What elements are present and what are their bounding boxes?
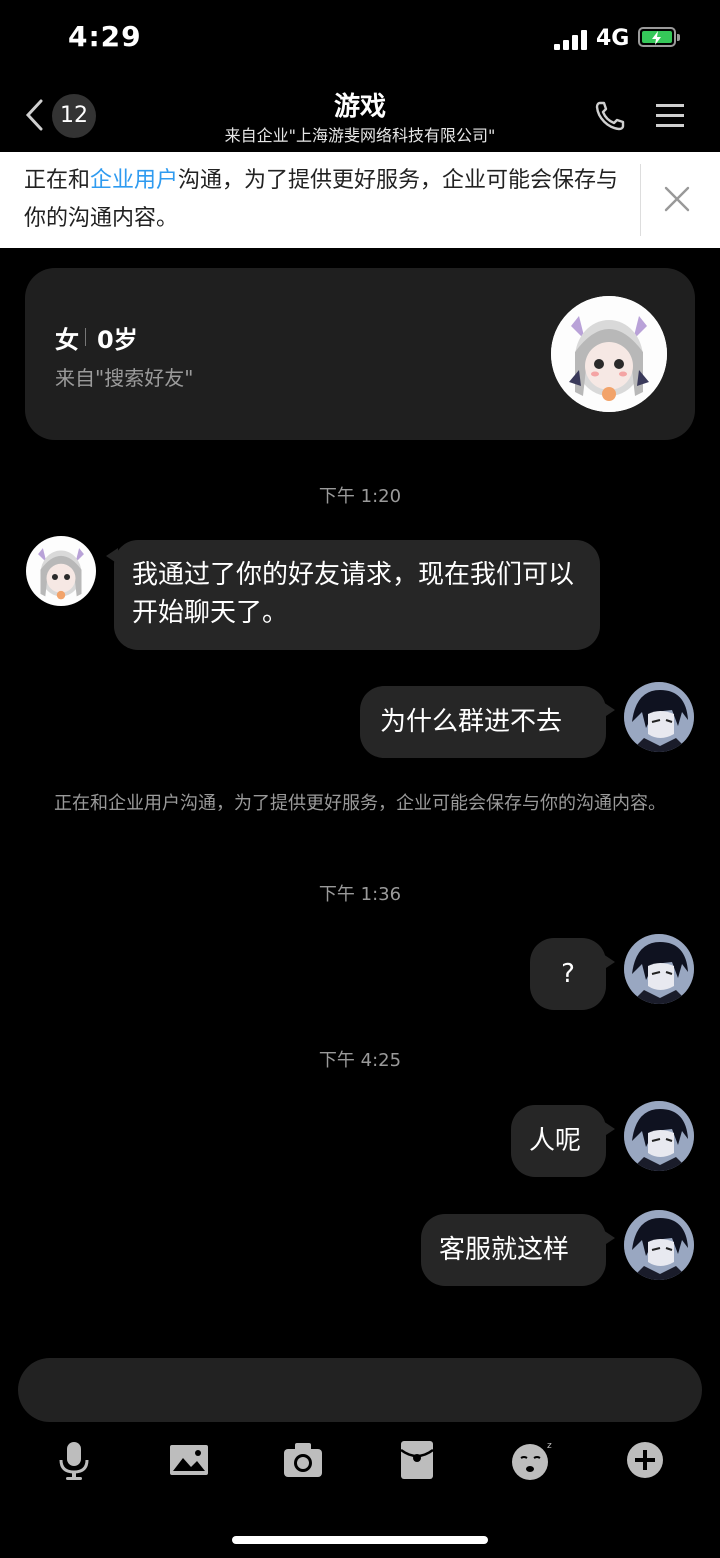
my-avatar[interactable] <box>624 934 694 1004</box>
bubble-tail <box>603 702 615 718</box>
bubble-tail <box>603 1121 615 1137</box>
message-text: ? <box>561 959 575 989</box>
status-bar: 4:29 4G <box>0 0 720 80</box>
message-text: 客服就这样 <box>439 1235 570 1265</box>
unread-count-badge: 12 <box>52 94 96 138</box>
bubble-tail <box>106 548 118 564</box>
notice-divider <box>640 164 641 236</box>
system-message: 正在和企业用户沟通，为了提供更好服务，企业可能会保存与你的沟通内容。 <box>54 793 666 814</box>
red-packet-icon[interactable] <box>395 1438 439 1482</box>
my-avatar[interactable] <box>624 1101 694 1171</box>
chat-title: 游戏 <box>333 92 386 122</box>
contact-profile-card[interactable]: 女 0岁 来自"搜索好友" <box>25 268 695 440</box>
microphone-icon[interactable] <box>52 1438 96 1482</box>
chat-subtitle: 来自企业"上海游斐网络科技有限公司" <box>224 126 496 145</box>
notice-prefix: 正在和 <box>24 168 91 193</box>
message-bubble-sent[interactable]: 人呢 <box>511 1105 615 1177</box>
emoji-icon[interactable]: z <box>510 1438 554 1482</box>
close-icon[interactable] <box>660 182 694 216</box>
phone-icon[interactable] <box>594 100 626 132</box>
my-avatar[interactable] <box>624 1210 694 1280</box>
message-input[interactable] <box>18 1358 702 1422</box>
enterprise-user-link[interactable]: 企业用户 <box>90 168 178 193</box>
message-text: 我通过了你的好友请求，现在我们可以开始聊天了。 <box>132 560 575 628</box>
profile-separator <box>85 328 86 346</box>
bubble-tail <box>603 954 615 970</box>
message-timestamp: 下午 1:20 <box>318 486 402 507</box>
camera-icon[interactable] <box>281 1438 325 1482</box>
back-button[interactable]: 12 <box>24 94 104 138</box>
home-indicator[interactable] <box>232 1536 488 1544</box>
plus-icon[interactable] <box>623 1438 667 1482</box>
message-bubble-sent[interactable]: ? <box>530 938 615 1010</box>
message-bubble-received[interactable]: 我通过了你的好友请求，现在我们可以开始聊天了。 <box>106 540 600 650</box>
message-timestamp: 下午 4:25 <box>318 1050 402 1071</box>
message-timestamp: 下午 1:36 <box>318 884 402 905</box>
network-type: 4G <box>596 26 630 51</box>
message-text: 为什么群进不去 <box>380 707 563 737</box>
menu-icon[interactable] <box>654 102 686 130</box>
input-toolbar: z <box>0 1432 720 1492</box>
contact-avatar-small[interactable] <box>26 536 96 606</box>
svg-text:z: z <box>547 1441 552 1451</box>
battery-icon <box>638 27 680 47</box>
privacy-notice-text: 正在和企业用户沟通，为了提供更好服务，企业可能会保存与你的沟通内容。 <box>24 162 624 238</box>
profile-age: 0岁 <box>97 326 138 354</box>
message-bubble-sent[interactable]: 客服就这样 <box>421 1214 615 1286</box>
privacy-notice-banner: 正在和企业用户沟通，为了提供更好服务，企业可能会保存与你的沟通内容。 <box>0 152 720 248</box>
contact-avatar[interactable] <box>551 296 667 412</box>
message-bubble-sent[interactable]: 为什么群进不去 <box>360 686 615 758</box>
signal-icon <box>554 30 588 50</box>
chat-header: 12 游戏 来自企业"上海游斐网络科技有限公司" <box>0 80 720 152</box>
message-text: 人呢 <box>529 1126 582 1156</box>
status-time: 4:29 <box>68 20 142 53</box>
profile-source: 来自"搜索好友" <box>55 366 194 390</box>
profile-gender: 女 <box>55 326 79 354</box>
chevron-left-icon <box>25 99 43 131</box>
image-icon[interactable] <box>167 1438 211 1482</box>
my-avatar[interactable] <box>624 682 694 752</box>
bubble-tail <box>603 1230 615 1246</box>
